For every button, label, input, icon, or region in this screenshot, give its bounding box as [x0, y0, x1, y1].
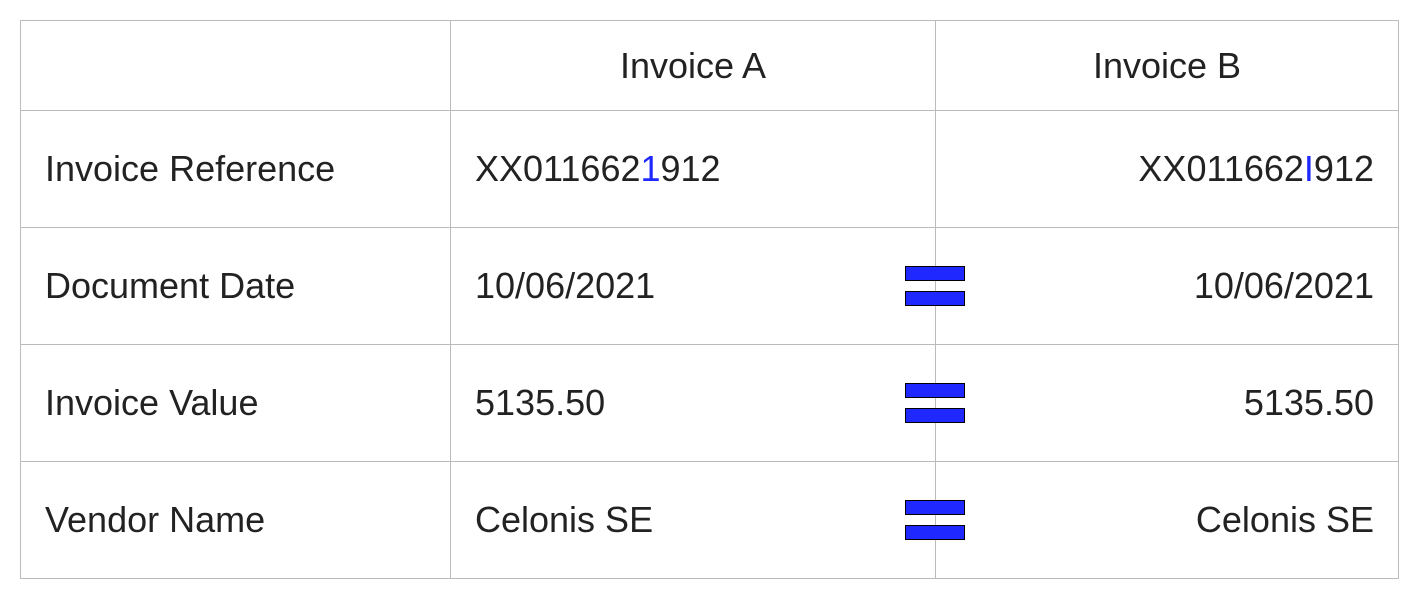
value-a-text: 10/06/2021: [475, 265, 655, 306]
header-invoice-b: Invoice B: [936, 21, 1399, 111]
header-row: Invoice A Invoice B: [21, 21, 1399, 111]
value-a-cell: XX0116621912: [451, 111, 936, 228]
row-label: Invoice Value: [21, 345, 451, 462]
value-a-text: 5135.50: [475, 382, 605, 423]
table-row: Invoice Value 5135.50 5135.50: [21, 345, 1399, 462]
value-b-text: Celonis SE: [1196, 499, 1374, 540]
value-b-cell: XX011662I912: [936, 111, 1399, 228]
value-a-text: Celonis SE: [475, 499, 653, 540]
value-a-cell: 10/06/2021: [451, 228, 936, 345]
table-row: Document Date 10/06/2021 10/06/2021: [21, 228, 1399, 345]
value-a-text: XX0116621912: [475, 148, 721, 189]
table-row: Invoice Reference XX0116621912 XX011662I91…: [21, 111, 1399, 228]
value-a-cell: 5135.50: [451, 345, 936, 462]
highlighted-char: I: [1304, 148, 1314, 189]
table-row: Vendor Name Celonis SE Celonis SE: [21, 462, 1399, 579]
value-b-cell: 5135.50: [936, 345, 1399, 462]
equals-icon: [905, 383, 965, 423]
value-b-text: 10/06/2021: [1194, 265, 1374, 306]
equals-icon: [905, 266, 965, 306]
header-empty: [21, 21, 451, 111]
value-b-text: 5135.50: [1244, 382, 1374, 423]
value-b-text: XX011662I912: [1138, 148, 1374, 189]
row-label: Invoice Reference: [21, 111, 451, 228]
value-b-cell: 10/06/2021: [936, 228, 1399, 345]
row-label: Document Date: [21, 228, 451, 345]
equals-icon: [905, 500, 965, 540]
row-label: Vendor Name: [21, 462, 451, 579]
comparison-table: Invoice A Invoice B Invoice Reference XX0…: [20, 20, 1399, 579]
value-b-cell: Celonis SE: [936, 462, 1399, 579]
value-a-cell: Celonis SE: [451, 462, 936, 579]
header-invoice-a: Invoice A: [451, 21, 936, 111]
highlighted-char: 1: [640, 148, 660, 189]
